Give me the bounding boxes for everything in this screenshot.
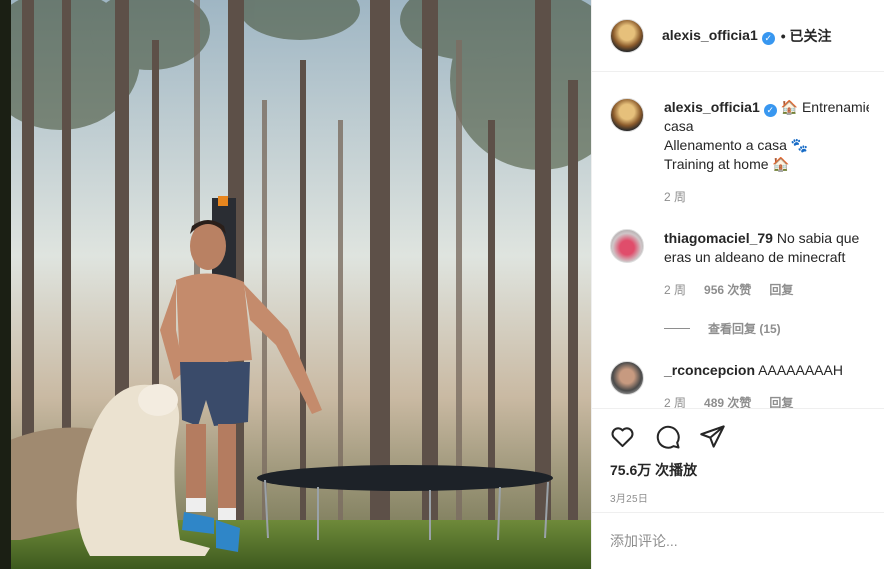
author-username[interactable]: alexis_officia1 ✓ [662,27,775,45]
caption-item: alexis_officia1✓ 🏠 Entrenamiento en casa… [592,72,884,207]
post-actions: 75.6万 次播放 3月25日 [592,408,884,512]
comment-item: _rconcepcion AAAAAAAAH 2 周 489 次赞 回复 [592,361,884,408]
caption-line-2: casa [664,118,694,134]
caption-line-1: 🏠 Entrenamiento en [780,99,869,115]
media-left-edge [0,0,11,569]
caption-meta: 2 周 [664,188,869,207]
comment-body: _rconcepcion AAAAAAAAH 2 周 489 次赞 回复 [664,361,843,408]
post-media[interactable] [0,0,591,569]
replies-divider [664,328,690,329]
caption-username[interactable]: alexis_officia1 [664,99,760,115]
reply-button[interactable]: 回复 [769,281,793,300]
verified-badge-icon: ✓ [761,31,775,45]
comment-likes[interactable]: 956 次赞 [704,281,751,300]
view-replies-label[interactable]: 查看回复 (15) [708,320,781,337]
caption-age: 2 周 [664,190,687,204]
comment-body: thiagomaciel_79 No sabia que eras un ald… [664,229,859,300]
caption-line-3: Allenamento a casa 🐾 [664,137,809,153]
comment-meta: 2 周 489 次赞 回复 [664,394,843,408]
comment-text-line-2: eras un aldeano de minecraft [664,249,846,265]
comments-list[interactable]: alexis_officia1✓ 🏠 Entrenamiento en casa… [592,72,884,408]
comment-likes[interactable]: 489 次赞 [704,394,751,408]
author-avatar[interactable] [610,18,644,53]
caption-verified-icon: ✓ [763,104,777,117]
follow-status[interactable]: • 已关注 [781,26,832,46]
comment-input[interactable] [610,533,850,549]
post-date[interactable]: 3月25日 [610,490,884,505]
view-replies-button[interactable]: 查看回复 (15) [664,320,884,337]
post-side-panel: alexis_officia1 ✓ • 已关注 alexis_officia1 ✓ … [591,0,884,569]
caption-avatar[interactable] [610,98,644,132]
comment-text: AAAAAAAAH [758,362,843,378]
comment-age: 2 周 [664,283,687,297]
view-count[interactable]: 75.6万 次播放 [610,460,884,480]
comment-icon[interactable] [654,423,681,450]
reply-button[interactable]: 回复 [769,394,793,408]
comment-age: 2 周 [664,396,687,408]
author-username-text[interactable]: alexis_officia1 [662,27,758,43]
action-icons [592,409,884,450]
caption-line-4: Training at home 🏠 [664,156,790,172]
comment-item: thiagomaciel_79 No sabia que eras un ald… [592,229,884,300]
commenter-username[interactable]: _rconcepcion [664,362,755,378]
heart-icon[interactable] [609,423,636,450]
caption-body: alexis_officia1✓ 🏠 Entrenamiento en casa… [664,98,869,207]
forest-scene-image [0,0,591,569]
commenter-avatar[interactable] [610,361,644,395]
share-icon[interactable] [699,423,726,450]
commenter-username[interactable]: thiagomaciel_79 [664,230,773,246]
comment-meta: 2 周 956 次赞 回复 [664,281,859,300]
post-header: alexis_officia1 ✓ • 已关注 [592,0,884,72]
add-comment-bar [592,512,884,569]
commenter-avatar[interactable] [610,229,644,263]
comment-text: No sabia que [776,230,860,246]
